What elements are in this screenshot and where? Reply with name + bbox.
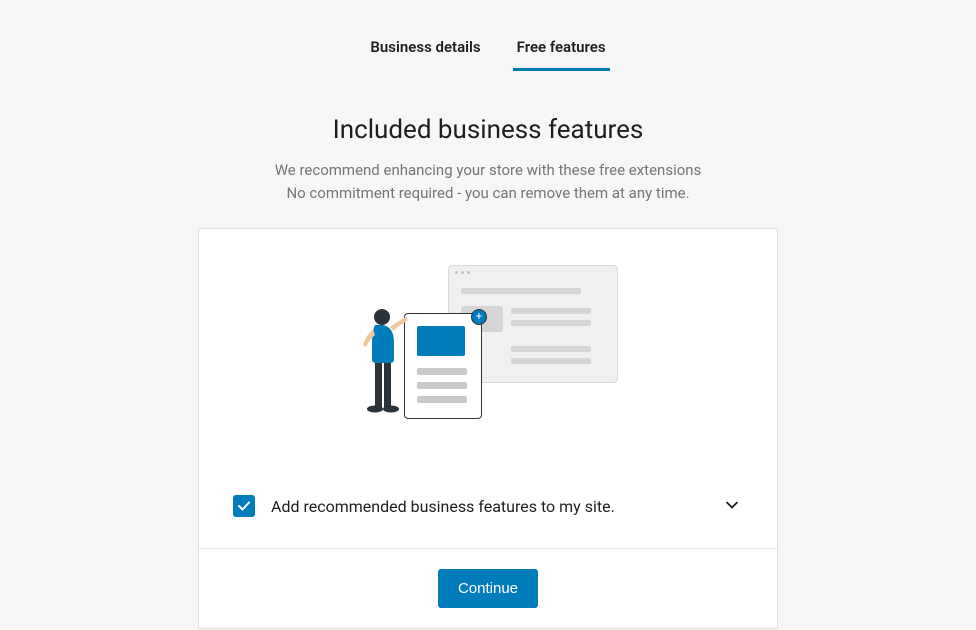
subtitle-line-2: No commitment required - you can remove … — [275, 182, 702, 205]
features-card: + Add recommended business — [198, 228, 778, 629]
illustration-person — [358, 307, 410, 427]
card-footer: Continue — [199, 548, 777, 628]
subtitle-line-1: We recommend enhancing your store with t… — [275, 159, 702, 182]
page-title: Included business features — [275, 115, 702, 145]
continue-button[interactable]: Continue — [438, 569, 538, 608]
checkbox-label: Add recommended business features to my … — [271, 497, 705, 516]
illustration: + — [358, 265, 618, 435]
illustration-wrapper: + — [199, 229, 777, 465]
expand-toggle[interactable] — [721, 493, 743, 520]
page-container: Business details Free features Included … — [0, 0, 976, 630]
recommended-features-checkbox[interactable] — [233, 495, 255, 517]
plus-icon: + — [471, 309, 487, 325]
checkbox-row: Add recommended business features to my … — [199, 465, 777, 548]
page-subtitle: We recommend enhancing your store with t… — [275, 159, 702, 206]
tab-free-features[interactable]: Free features — [513, 30, 610, 71]
tab-business-details[interactable]: Business details — [366, 30, 484, 71]
illustration-document — [404, 313, 482, 419]
check-icon — [236, 498, 252, 514]
tabs: Business details Free features — [366, 30, 609, 71]
header-section: Included business features We recommend … — [275, 115, 702, 206]
chevron-down-icon — [725, 498, 739, 512]
